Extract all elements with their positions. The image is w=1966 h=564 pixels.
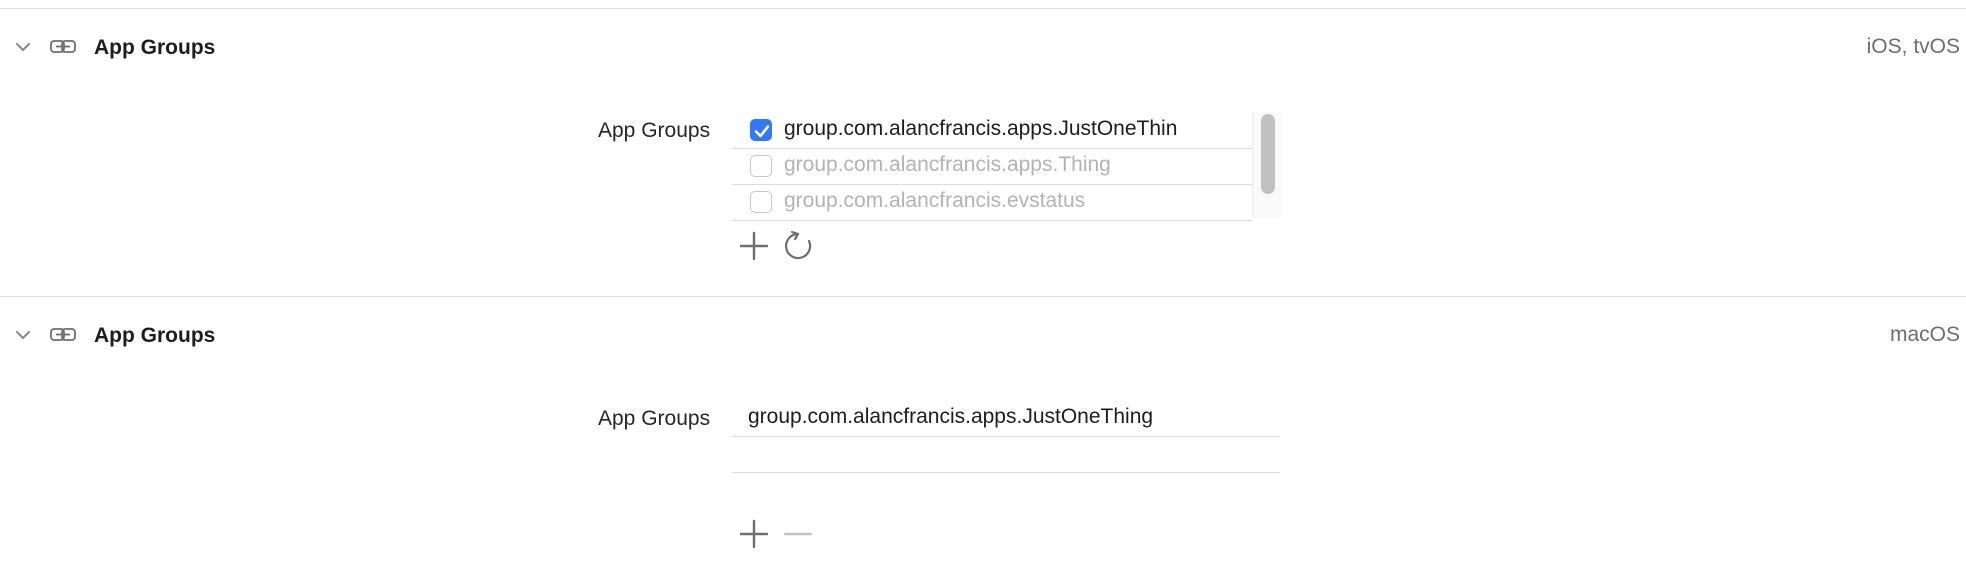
chevron-down-icon[interactable] xyxy=(14,326,32,344)
list-item[interactable]: group.com.alancfrancis.evstatus xyxy=(732,184,1252,221)
chevron-down-icon[interactable] xyxy=(14,38,32,56)
group-name: group.com.alancfrancis.apps.Thing xyxy=(784,153,1111,176)
link-badge-icon xyxy=(50,328,76,341)
capability-header-macos: App Groups macOS xyxy=(0,316,1966,356)
link-badge-icon xyxy=(50,40,76,53)
list-item[interactable]: group.com.alancfrancis.apps.JustOneThin xyxy=(732,112,1252,149)
section-divider xyxy=(0,8,1966,9)
list-item[interactable] xyxy=(732,436,1280,473)
refresh-icon[interactable] xyxy=(781,229,815,263)
app-groups-list: group.com.alancfrancis.apps.JustOneThin … xyxy=(732,112,1281,226)
scrollbar-track[interactable] xyxy=(1252,112,1281,218)
group-name: group.com.alancfrancis.apps.JustOneThing xyxy=(748,405,1154,428)
list-item[interactable]: group.com.alancfrancis.apps.Thing xyxy=(732,148,1252,185)
checkmark-icon xyxy=(754,125,770,138)
group-checkbox[interactable] xyxy=(750,155,772,177)
capability-header-ios-tvos: App Groups iOS, tvOS xyxy=(0,28,1966,68)
minus-icon[interactable] xyxy=(781,517,815,551)
plus-icon[interactable] xyxy=(737,517,771,551)
group-checkbox[interactable] xyxy=(750,119,772,141)
platform-label: macOS xyxy=(1889,323,1960,346)
section-divider xyxy=(0,296,1966,297)
group-checkbox[interactable] xyxy=(750,191,772,213)
platform-label: iOS, tvOS xyxy=(1866,35,1960,58)
group-name: group.com.alancfrancis.evstatus xyxy=(784,189,1086,212)
list-item[interactable]: group.com.alancfrancis.apps.JustOneThing xyxy=(732,400,1280,437)
app-groups-field-label: App Groups xyxy=(598,119,711,142)
section-title: App Groups xyxy=(94,36,216,59)
scrollbar-thumb[interactable] xyxy=(1261,114,1275,194)
section-title: App Groups xyxy=(94,324,216,347)
group-name: group.com.alancfrancis.apps.JustOneThin xyxy=(784,117,1178,140)
plus-icon[interactable] xyxy=(737,229,771,263)
app-groups-field-label: App Groups xyxy=(598,407,711,430)
